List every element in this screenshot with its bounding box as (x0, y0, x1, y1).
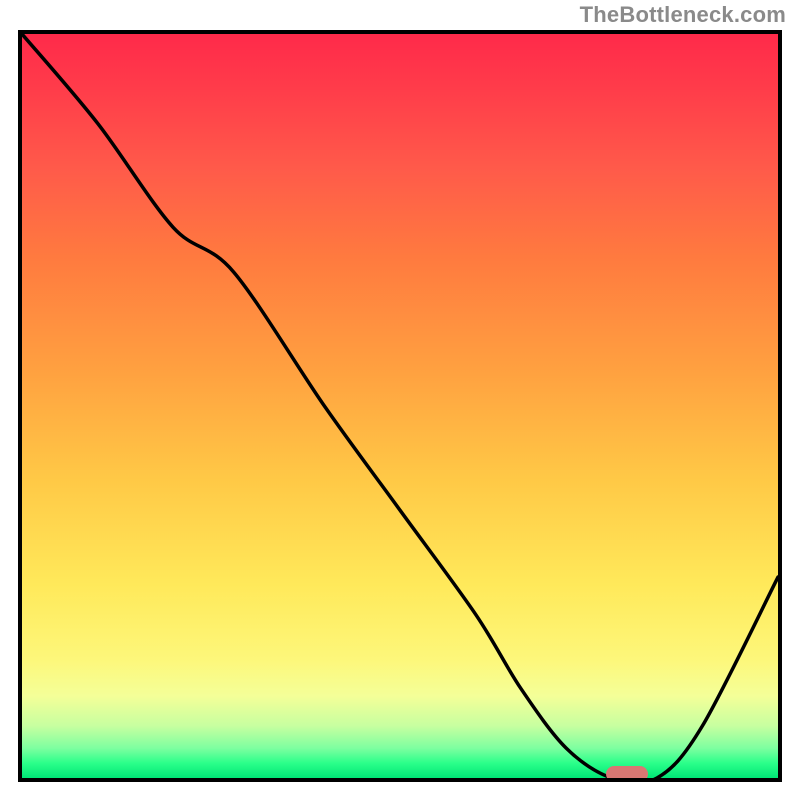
plot-area (18, 30, 782, 782)
curve-path (22, 34, 778, 778)
bottleneck-curve (22, 34, 778, 778)
chart-container: TheBottleneck.com (0, 0, 800, 800)
optimal-marker (606, 766, 648, 782)
watermark-text: TheBottleneck.com (580, 2, 786, 28)
